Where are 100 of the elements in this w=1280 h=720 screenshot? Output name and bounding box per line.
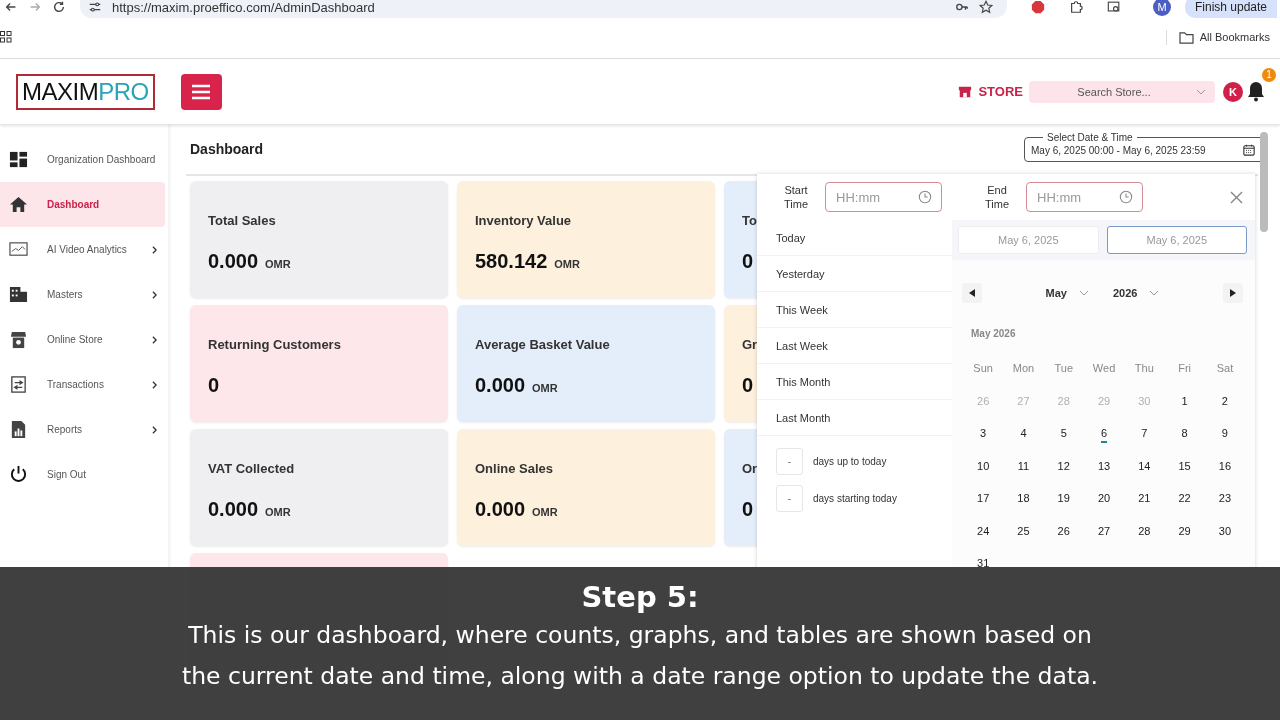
weekday-label: Sun (972, 361, 994, 377)
next-month-button[interactable] (1223, 283, 1243, 303)
chevron-right-icon (152, 335, 157, 344)
weekday-label: Tue (1053, 361, 1074, 377)
profile-avatar[interactable]: M (1153, 0, 1171, 16)
end-time-field[interactable]: HH:mm (1026, 182, 1143, 212)
calendar-day[interactable]: 2 (1204, 384, 1246, 417)
store-icon (958, 84, 973, 99)
calendar-day[interactable]: 17 (963, 482, 1004, 515)
calendar-day[interactable]: 27 (1083, 514, 1125, 547)
card-value: 0.000 (208, 250, 259, 273)
report-icon (9, 420, 28, 439)
calendar-day[interactable]: 20 (1083, 482, 1125, 515)
card-title: Returning Customers (208, 337, 341, 352)
exchange-icon (9, 375, 28, 394)
puzzle-icon[interactable] (1069, 0, 1083, 14)
card-value: 0.000 (208, 498, 259, 521)
sidebar-item[interactable]: Transactions (0, 362, 165, 407)
user-avatar[interactable]: K (1223, 81, 1243, 102)
card-title: Online Sales (475, 461, 554, 476)
year-select[interactable]: 2026 (1112, 287, 1160, 299)
card-title: Inventory Value (475, 213, 572, 228)
reload-icon[interactable] (52, 0, 66, 14)
card-value: 0.000 (475, 374, 526, 397)
calendar-day[interactable]: 18 (1003, 482, 1044, 515)
apps-icon[interactable] (0, 31, 12, 43)
calendar-icon[interactable] (1243, 144, 1255, 156)
calendar-day[interactable]: 29 (1164, 514, 1205, 547)
menu-button[interactable] (180, 73, 222, 110)
calendar-day[interactable]: 26 (1043, 514, 1084, 547)
sidebar-item[interactable]: Masters (0, 272, 165, 317)
calendar-day[interactable]: 11 (1003, 449, 1044, 482)
notification-badge: 1 (1262, 67, 1276, 82)
sidebar-item[interactable]: AI Video Analytics (0, 227, 165, 272)
site-settings-icon[interactable] (88, 0, 102, 14)
calendar-day[interactable]: 8 (1164, 417, 1205, 450)
days-input[interactable]: - (776, 485, 803, 512)
power-icon (9, 465, 28, 484)
calendar-day[interactable]: 28 (1124, 514, 1165, 547)
sidebar-item[interactable]: Sign Out (0, 452, 165, 497)
calendar-day[interactable]: 25 (1003, 514, 1044, 547)
all-bookmarks-button[interactable]: All Bookmarks (1165, 29, 1276, 45)
sidebar-item[interactable]: Organization Dashboard (0, 137, 165, 182)
calendar-day[interactable]: 9 (1204, 417, 1246, 450)
calendar-day[interactable]: 22 (1164, 482, 1205, 515)
logo: MAXIMPRO (16, 73, 155, 110)
calendar-day[interactable]: 10 (963, 449, 1004, 482)
store-label: STORE (978, 84, 1023, 99)
bell-icon[interactable] (1246, 79, 1266, 102)
chevron-down-icon (1078, 290, 1089, 296)
calendar-day[interactable]: 5 (1043, 417, 1084, 450)
caption-text: the current date and time, along with a date range option to update the data. (181, 661, 1099, 692)
chevron-right-icon (152, 425, 157, 434)
store-search-field[interactable]: Search Store... (1029, 80, 1215, 103)
sidebar-item[interactable]: Reports (0, 407, 165, 452)
card-value: 0 (742, 374, 754, 397)
calendar-day[interactable]: 24 (963, 514, 1004, 547)
scrollbar[interactable] (1260, 132, 1268, 232)
card-title: Average Basket Value (475, 337, 610, 352)
currency-unit: OMR (265, 506, 291, 518)
calendar-day[interactable]: 21 (1124, 482, 1165, 515)
card-value: 580.142 (475, 250, 548, 273)
calendar-day[interactable]: 16 (1204, 449, 1246, 482)
days-input[interactable]: - (776, 448, 803, 475)
calendar-day[interactable]: 23 (1204, 482, 1246, 515)
clock-icon (1119, 190, 1133, 204)
tab-search-icon[interactable] (1107, 0, 1121, 14)
page-title: Dashboard (190, 141, 264, 157)
calendar-day[interactable]: 7 (1124, 417, 1165, 450)
sidebar-item[interactable]: Online Store (0, 317, 165, 362)
card-value: 0 (742, 498, 754, 521)
finish-update-button[interactable]: Finish update (1185, 0, 1278, 18)
calendar-day[interactable]: 19 (1043, 482, 1084, 515)
start-time-label: Start Time (782, 182, 809, 212)
menu-icon (191, 83, 212, 100)
start-time-field[interactable]: HH:mm (825, 182, 942, 212)
address-bar[interactable]: https://maxim.proeffico.com/AdminDashboard (80, 0, 1007, 18)
stop-sign-icon[interactable] (1031, 0, 1045, 14)
calendar-day[interactable]: 12 (1043, 449, 1084, 482)
calendar-day[interactable]: 30 (1204, 514, 1246, 547)
previous-month-button[interactable] (962, 283, 982, 303)
chevron-right-icon (152, 245, 157, 254)
card-value: 0 (742, 250, 754, 273)
star-icon[interactable] (979, 0, 993, 14)
caption-text: This is our dashboard, where counts, graphs, and tables are shown based on (188, 620, 1092, 651)
calendar-day[interactable]: 13 (1083, 449, 1125, 482)
calendar-day[interactable]: 1 (1164, 384, 1205, 417)
currency-unit: OMR (532, 382, 558, 394)
sidebar-item[interactable]: Dashboard (0, 182, 165, 227)
close-icon[interactable] (1230, 190, 1243, 204)
calendar-day[interactable]: 14 (1124, 449, 1165, 482)
store-icon (9, 330, 28, 349)
calendar-day[interactable]: 4 (1003, 417, 1044, 450)
calendar-day[interactable]: 3 (963, 417, 1004, 450)
month-select[interactable]: May (1045, 287, 1089, 299)
calendar-day[interactable]: 6 (1083, 417, 1125, 450)
back-icon[interactable] (4, 0, 18, 14)
card-title: Gr (742, 337, 758, 352)
card-title: Or (742, 461, 758, 476)
calendar-day[interactable]: 15 (1164, 449, 1205, 482)
